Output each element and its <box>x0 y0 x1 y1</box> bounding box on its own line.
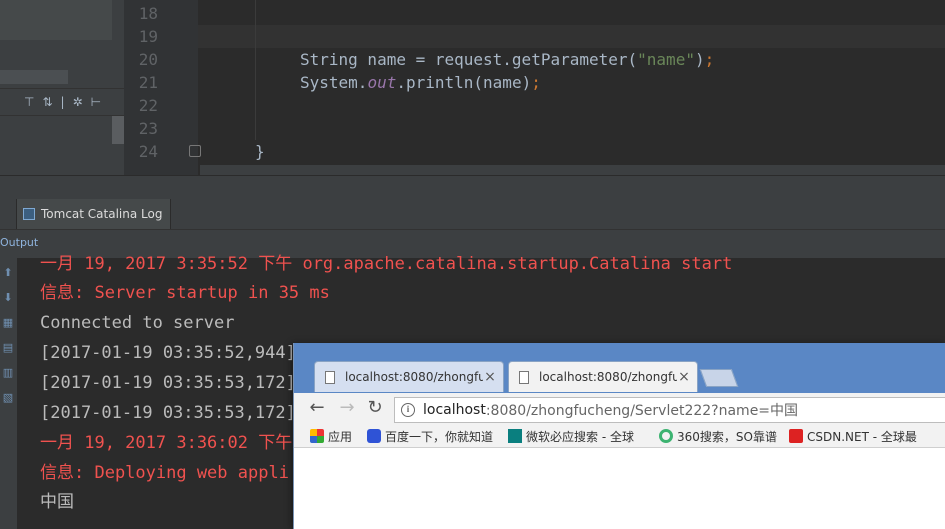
bookmark-label: 百度一下，你就知道 <box>385 429 494 444</box>
360-icon <box>659 429 673 443</box>
type-token: String <box>300 50 358 69</box>
line-number: 20 <box>138 50 158 69</box>
console-line: [2017-01-19 03:35:52,944] <box>40 343 296 363</box>
line-number: 21 <box>138 73 158 92</box>
collapse-icon[interactable]: ⇅ <box>42 95 52 109</box>
soft-wrap-icon[interactable]: ▦ <box>1 316 15 330</box>
baidu-icon <box>367 429 381 443</box>
bing-icon <box>508 429 522 443</box>
back-icon[interactable]: ← <box>306 397 328 419</box>
csdn-icon <box>789 429 803 443</box>
console-line: 信息: Deploying web appli <box>40 463 289 483</box>
code-token: .println(name) <box>396 73 532 92</box>
pin-icon[interactable]: ⊢ <box>91 95 101 109</box>
page-content <box>294 448 945 529</box>
browser-tab[interactable]: localhost:8080/zhongfu × <box>314 361 504 392</box>
log-icon <box>23 208 35 220</box>
settings-icon[interactable]: ✲ <box>73 95 83 109</box>
clear-all-icon[interactable]: ▧ <box>1 391 15 405</box>
console-line: 信息: Server startup in 35 ms <box>40 283 330 303</box>
bookmarks-bar: 应用 百度一下，你就知道 微软必应搜索 - 全球 360搜索，SO靠谱 CSDN… <box>294 425 945 448</box>
page-icon <box>325 370 335 384</box>
scroll-up-icon[interactable]: ⬆ <box>1 266 15 280</box>
console-line: 一月 19, 2017 3:35:52 下午 org.apache.catali… <box>40 254 733 274</box>
scroll-down-icon[interactable]: ⬇ <box>1 291 15 305</box>
browser-tab-bar: localhost:8080/zhongfu × localhost:8080/… <box>294 343 945 393</box>
tab-title: localhost:8080/zhongfu <box>539 370 677 384</box>
divider: | <box>60 95 65 109</box>
panel-toolbar: ⊤ ⇅ | ✲ ⊢ <box>0 88 124 116</box>
bookmark-label: 应用 <box>328 429 353 444</box>
bookmark-csdn[interactable]: CSDN.NET - 全球最 <box>789 427 917 445</box>
align-top-icon[interactable]: ⊤ <box>24 95 34 109</box>
bookmark-label: CSDN.NET - 全球最 <box>807 429 917 444</box>
line-number: 19 <box>138 27 158 46</box>
string-literal: "name" <box>637 50 695 69</box>
console-line: 中国 <box>40 492 74 512</box>
closing-brace: } <box>255 142 265 161</box>
forward-icon[interactable]: → <box>336 397 358 419</box>
indent-guide <box>255 0 256 140</box>
url-host: localhost <box>423 402 486 418</box>
code-token: System. <box>300 73 368 92</box>
browser-window: localhost:8080/zhongfu × localhost:8080/… <box>293 343 945 529</box>
bookmark-apps[interactable]: 应用 <box>310 427 352 445</box>
close-tab-icon[interactable]: × <box>677 369 691 385</box>
tool-window-tabs: Tomcat Catalina Log <box>0 199 945 230</box>
fold-marker-icon[interactable] <box>189 145 201 157</box>
bookmark-bing[interactable]: 微软必应搜索 - 全球 <box>508 427 634 445</box>
code-token: name = request.getParameter( <box>357 50 638 69</box>
close-tab-icon[interactable]: × <box>483 369 497 385</box>
reload-icon[interactable]: ↻ <box>364 397 386 419</box>
tab-title: localhost:8080/zhongfu <box>345 370 483 384</box>
console-side-toolbar: ⬆ ⬇ ▦ ▤ ▥ ▧ <box>0 258 17 529</box>
output-label: Output <box>0 236 39 249</box>
address-bar[interactable]: i localhost:8080/zhongfucheng/Servlet222… <box>394 397 945 423</box>
info-icon[interactable]: i <box>401 403 415 417</box>
semicolon: ; <box>704 50 715 69</box>
project-panel-vscrollbar[interactable] <box>112 116 124 144</box>
toolbar: ← → ↻ i localhost:8080/zhongfucheng/Serv… <box>294 393 945 425</box>
line-number: 24 <box>138 142 158 161</box>
code-token: ) <box>694 50 705 69</box>
project-panel-hscrollbar[interactable] <box>0 70 68 84</box>
print-icon[interactable]: ▥ <box>1 366 15 380</box>
static-field: out <box>367 73 397 92</box>
console-line: 一月 19, 2017 3:36:02 下午 <box>40 433 293 453</box>
line-number: 22 <box>138 96 158 115</box>
code-line-20[interactable]: String name = request.getParameter("name… <box>300 48 714 71</box>
tab-label: Tomcat Catalina Log <box>41 207 163 221</box>
line-number: 23 <box>138 119 158 138</box>
bookmark-360[interactable]: 360搜索，SO靠谱 <box>659 427 777 445</box>
apps-icon <box>310 429 324 443</box>
code-line-21[interactable]: System.out.println(name); <box>300 71 541 94</box>
url-path: :8080/zhongfucheng/Servlet222?name=中国 <box>485 403 799 419</box>
editor-hscrollbar[interactable] <box>200 165 945 175</box>
semicolon: ; <box>531 73 541 92</box>
console-line: [2017-01-19 03:35:53,172] <box>40 373 296 393</box>
page-icon <box>519 370 529 384</box>
bookmark-baidu[interactable]: 百度一下，你就知道 <box>367 427 493 445</box>
browser-tab-active[interactable]: localhost:8080/zhongfu × <box>508 361 698 392</box>
line-number: 18 <box>138 4 158 23</box>
tab-tomcat-catalina-log[interactable]: Tomcat Catalina Log <box>16 199 172 229</box>
new-tab-button[interactable] <box>699 369 739 387</box>
bookmark-label: 360搜索，SO靠谱 <box>677 429 777 444</box>
scroll-to-end-icon[interactable]: ▤ <box>1 341 15 355</box>
project-panel-scroll-area <box>0 0 112 40</box>
console-line: [2017-01-19 03:35:53,172] <box>40 403 296 423</box>
caret-line-highlight <box>198 25 945 48</box>
bookmark-label: 微软必应搜索 - 全球 <box>526 429 634 444</box>
console-line: Connected to server <box>40 313 235 333</box>
panel-separator <box>0 175 945 200</box>
